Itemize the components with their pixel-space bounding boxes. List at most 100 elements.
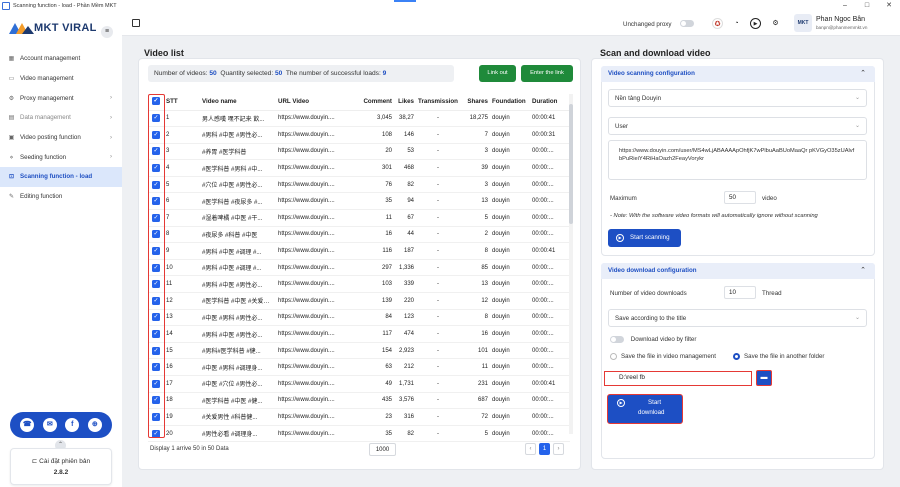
maximize-button[interactable]: □ — [856, 0, 878, 11]
table-row[interactable]: ✓ 13 #中医 #男科 #男性必... https://www.douyin....… — [148, 309, 570, 327]
row-checkbox[interactable]: ✓ — [152, 313, 160, 322]
facebook-icon[interactable]: f — [65, 418, 80, 432]
page-size-select[interactable]: 1000 — [369, 443, 396, 456]
bell-icon[interactable]: ◔ — [731, 18, 742, 29]
row-checkbox[interactable]: ✓ — [152, 346, 160, 355]
avatar[interactable]: MKT — [794, 14, 812, 32]
col-likes[interactable]: Likes — [394, 93, 416, 111]
row-checkbox[interactable]: ✓ — [152, 180, 160, 189]
table-row[interactable]: ✓ 5 #穴位 #中医 #男性必... https://www.douyin.... 7… — [148, 176, 570, 194]
sidebar-item-seeding-function[interactable]: ⋄ Seeding function › — [0, 147, 122, 167]
col-transmission[interactable]: Transmission — [416, 93, 460, 111]
filter-toggle[interactable] — [610, 336, 624, 343]
row-checkbox[interactable]: ✓ — [152, 114, 160, 123]
minimize-button[interactable]: – — [834, 0, 856, 11]
download-config-header[interactable]: Video download configuration ⌃ — [601, 263, 875, 279]
table-row[interactable]: ✓ 4 #医学科普 #男科 #中... https://www.douyin.... 3… — [148, 159, 570, 177]
table-row[interactable]: ✓ 6 #医学科普 #夜尿多 #... https://www.douyin.... 3… — [148, 192, 570, 211]
sidebar-item-account-management[interactable]: ▦ Account management — [0, 49, 122, 69]
table-row[interactable]: ✓ 7 #湿着啤橘 #中医 #干... https://www.douyin.... 1… — [148, 209, 570, 227]
row-checkbox[interactable]: ✓ — [152, 263, 160, 272]
table-scrollbar[interactable] — [569, 94, 573, 434]
table-row[interactable]: ✓ 19 #关爱男性 #科普健... https://www.douyin.... 23… — [148, 408, 570, 426]
select-all-checkbox[interactable]: ✓ — [152, 97, 160, 106]
sidebar-item-video-posting-function[interactable]: ▣ Video posting function › — [0, 128, 122, 148]
row-checkbox[interactable]: ✓ — [152, 396, 160, 405]
platform-select[interactable]: Nền tảng Douyin ⌄ — [608, 89, 867, 107]
link-out-button[interactable]: Link out — [479, 65, 516, 82]
row-checkbox[interactable]: ✓ — [152, 412, 160, 421]
col-duration[interactable]: Duration — [530, 93, 570, 111]
row-checkbox[interactable]: ✓ — [152, 130, 160, 139]
chevron-up-icon[interactable]: ⌃ — [860, 266, 866, 274]
max-input[interactable]: 50 — [724, 191, 756, 204]
page-1-button[interactable]: 1 — [539, 443, 550, 455]
row-checkbox[interactable]: ✓ — [152, 164, 160, 173]
table-row[interactable]: ✓ 12 #医学科普 #中医 #关爱男... https://www.douyin..… — [148, 292, 570, 310]
table-row[interactable]: ✓ 16 #中医 #男科 #调理身... https://www.douyin....… — [148, 358, 570, 376]
table-row[interactable]: ✓ 11 #男科 #中医 #男性必... https://www.douyin....… — [148, 275, 570, 294]
sidebar-item-data-management[interactable]: ▤ Data management › — [0, 108, 122, 128]
row-checkbox[interactable]: ✓ — [152, 213, 160, 222]
flag-us-icon[interactable]: ✪ — [712, 18, 723, 29]
col-shares[interactable]: Shares — [460, 93, 490, 111]
phone-icon[interactable]: ☎ — [20, 418, 35, 432]
threads-input[interactable]: 10 — [724, 286, 756, 299]
chevron-up-icon[interactable]: ⌃ — [860, 69, 866, 77]
scan-url-textarea[interactable]: https://www.douyin.com/user/MS4wLjABAAAA… — [608, 140, 867, 180]
col-video-name[interactable]: Video name — [200, 93, 276, 111]
sidebar-item-video-management[interactable]: ▭ Video management — [0, 69, 122, 89]
table-row[interactable]: ✓ 9 #男科 #中医 #调理 #... https://www.douyin....… — [148, 242, 570, 260]
row-checkbox[interactable]: ✓ — [152, 247, 160, 256]
save-mode-select[interactable]: Save according to the title ⌄ — [608, 309, 867, 327]
proxy-toggle[interactable] — [680, 20, 694, 27]
sidebar-item-editing-function[interactable]: ✎ Editing function — [0, 187, 122, 207]
play-circle-icon[interactable]: ▶ — [750, 18, 761, 29]
row-checkbox[interactable]: ✓ — [152, 379, 160, 388]
enter-link-button[interactable]: Enter the link — [521, 65, 573, 82]
scrollbar-thumb[interactable] — [569, 104, 573, 224]
menu-toggle-icon[interactable]: ≡ — [101, 26, 113, 38]
sidebar-item-scanning-function-load[interactable]: ⊡ Scanning function - load — [0, 167, 122, 187]
radio-other-folder[interactable] — [733, 353, 740, 360]
col-stt[interactable]: STT — [164, 93, 200, 111]
start-scanning-button[interactable]: ▶ Start scanning — [608, 229, 681, 247]
table-row[interactable]: ✓ 1 男人感嘆 嘿不記来 飲... https://www.douyin.... 3,… — [148, 110, 570, 128]
row-checkbox[interactable]: ✓ — [152, 429, 160, 438]
row-checkbox[interactable]: ✓ — [152, 147, 160, 156]
table-row[interactable]: ✓ 20 #男性必看 #调理身... https://www.douyin.... 35… — [148, 425, 570, 443]
table-row[interactable]: ✓ 3 #养胃 #医学科普 https://www.douyin.... 20 53-3 d… — [148, 143, 570, 161]
scan-config-header[interactable]: Video scanning configuration ⌃ — [601, 66, 875, 82]
save-path-input[interactable]: D:\reel fb — [604, 371, 752, 386]
sidebar-item-proxy-management[interactable]: ⚙ Proxy management › — [0, 88, 122, 108]
table-row[interactable]: ✓ 14 #男科 #中医 #男性必... https://www.douyin....… — [148, 325, 570, 343]
save-option-2[interactable]: Save the file in another folder — [733, 353, 825, 360]
table-row[interactable]: ✓ 10 #男科 #中医 #调理 #... https://www.douyin...… — [148, 259, 570, 277]
col-foundation[interactable]: Foundation — [490, 93, 530, 111]
radio-video-management[interactable] — [610, 353, 617, 360]
gear-icon[interactable]: ⚙ — [770, 18, 781, 29]
close-button[interactable]: ✕ — [878, 0, 900, 11]
prev-page-button[interactable]: ‹ — [525, 443, 536, 455]
start-download-button[interactable]: ▶ Start download — [607, 394, 683, 424]
row-checkbox[interactable]: ✓ — [152, 330, 160, 339]
next-page-button[interactable]: › — [553, 443, 564, 455]
table-row[interactable]: ✓ 17 #中医 #穴位 #男性必... https://www.douyin....… — [148, 375, 570, 393]
folder-icon[interactable]: ▬ — [756, 370, 772, 386]
table-row[interactable]: ✓ 2 #男科 #中医 #男性必... https://www.douyin.... 1… — [148, 126, 570, 144]
messenger-icon[interactable]: ✉ — [42, 418, 57, 432]
row-checkbox[interactable]: ✓ — [152, 230, 160, 239]
row-checkbox[interactable]: ✓ — [152, 296, 160, 305]
version-card[interactable]: ⊏ Cài đặt phiên bản 2.8.2 — [10, 448, 112, 485]
table-row[interactable]: ✓ 15 #男科#医学科普 #健... https://www.douyin.... 1… — [148, 342, 570, 360]
scan-mode-select[interactable]: User ⌄ — [608, 117, 867, 135]
col-url[interactable]: URL Video — [276, 93, 350, 111]
save-option-1[interactable]: Save the file in video management — [610, 353, 716, 360]
globe-icon[interactable]: ⊕ — [87, 418, 102, 432]
row-checkbox[interactable]: ✓ — [152, 363, 160, 372]
table-row[interactable]: ✓ 8 #夜尿多 #科普 #中医 https://www.douyin.... 16 44… — [148, 226, 570, 244]
row-checkbox[interactable]: ✓ — [152, 197, 160, 206]
sidebar-panel-icon[interactable] — [132, 19, 140, 27]
table-row[interactable]: ✓ 18 #医学科普 #中医 #健... https://www.douyin....… — [148, 392, 570, 410]
col-comment[interactable]: Comment — [350, 93, 394, 111]
